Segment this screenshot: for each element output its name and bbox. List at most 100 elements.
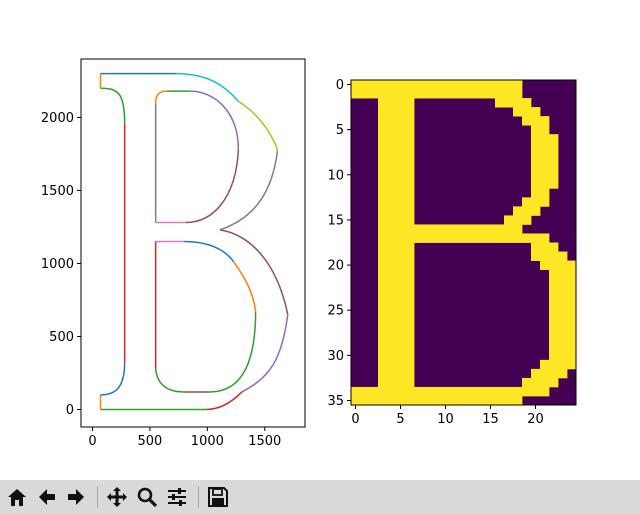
heatmap-cell — [378, 350, 388, 361]
heatmap-cell — [432, 395, 442, 406]
heatmap-cell — [450, 89, 460, 99]
heatmap-cell — [405, 143, 415, 153]
heatmap-cell — [405, 188, 415, 198]
heatmap-cell — [405, 89, 415, 99]
heatmap-cell — [432, 80, 442, 90]
heatmap-cell — [387, 161, 397, 171]
heatmap-cell — [531, 116, 541, 126]
heatmap-cell — [504, 215, 514, 225]
home-button[interactable] — [4, 483, 30, 511]
heatmap-cell — [540, 170, 550, 180]
back-button[interactable] — [34, 483, 60, 511]
heatmap-cell — [513, 206, 523, 216]
heatmap-cell — [378, 143, 388, 153]
heatmap-cell — [387, 188, 397, 198]
heatmap-cell — [450, 224, 460, 234]
heatmap-cell — [351, 80, 361, 90]
heatmap-cell — [486, 395, 496, 406]
heatmap-cell — [567, 278, 577, 289]
heatmap-cell — [378, 395, 388, 406]
heatmap-cell — [513, 386, 523, 397]
heatmap-cell — [423, 89, 433, 99]
heatmap-cell — [387, 350, 397, 361]
heatmap-cell — [414, 89, 424, 99]
heatmap-cell — [567, 287, 577, 298]
heatmap-cell — [522, 377, 532, 388]
heatmap-cell — [441, 224, 451, 234]
heatmap-cell — [396, 143, 406, 153]
heatmap-cell — [378, 80, 388, 90]
heatmap-cell — [540, 188, 550, 198]
heatmap-cell — [360, 386, 370, 397]
y-tick-label: 10 — [327, 168, 344, 183]
heatmap-cell — [405, 170, 415, 180]
forward-button[interactable] — [63, 483, 89, 511]
heatmap-cell — [459, 395, 469, 406]
heatmap-cell — [387, 332, 397, 343]
heatmap-cell — [396, 377, 406, 388]
heatmap-cell — [504, 98, 514, 108]
heatmap-cell — [477, 233, 487, 243]
heatmap-cell — [495, 80, 505, 90]
heatmap-cell — [450, 233, 460, 243]
heatmap-cell — [387, 242, 397, 252]
heatmap-cell — [360, 89, 370, 99]
heatmap-cell — [396, 188, 406, 198]
configure-subplots-button[interactable] — [164, 483, 190, 511]
heatmap-cell — [360, 80, 370, 90]
heatmap-cell — [405, 395, 415, 406]
heatmap-cell — [387, 98, 397, 108]
pan-button[interactable] — [104, 483, 130, 511]
heatmap-cell — [531, 161, 541, 171]
zoom-button[interactable] — [134, 483, 160, 511]
y-tick-label: 2000 — [41, 111, 74, 126]
heatmap-cell — [540, 197, 550, 207]
heatmap-cell — [396, 89, 406, 99]
heatmap-cell — [396, 269, 406, 280]
heatmap-cell — [540, 359, 550, 370]
heatmap-cell — [441, 395, 451, 406]
heatmap-cell — [414, 395, 424, 406]
heatmap-cell — [477, 386, 487, 397]
heatmap-cell — [405, 80, 415, 90]
heatmap-cell — [558, 296, 568, 307]
heatmap-cell — [405, 269, 415, 280]
magnifier-icon — [137, 487, 158, 508]
heatmap-cell — [396, 305, 406, 316]
heatmap-cell — [405, 368, 415, 379]
x-tick-label: 20 — [527, 412, 544, 427]
heatmap-cell — [540, 368, 550, 379]
x-tick-label: 5 — [396, 412, 404, 427]
heatmap-cell — [396, 179, 406, 189]
heatmap-cell — [396, 287, 406, 298]
heatmap-cell — [477, 89, 487, 99]
save-button[interactable] — [205, 483, 231, 511]
heatmap-cell — [549, 368, 559, 379]
heatmap-cell — [378, 251, 388, 261]
heatmap-cell — [549, 242, 559, 252]
heatmap-cell — [396, 386, 406, 397]
heatmap-cell — [531, 251, 541, 261]
heatmap-cell — [405, 350, 415, 361]
heatmap-cell — [387, 377, 397, 388]
heatmap-cell — [459, 224, 469, 234]
heatmap-cell — [558, 332, 568, 343]
heatmap-cell — [378, 287, 388, 298]
heatmap-cell — [405, 251, 415, 261]
y-tick-label: 5 — [336, 123, 344, 138]
x-tick-label: 0 — [88, 434, 96, 449]
heatmap-cell — [522, 107, 532, 117]
heatmap-cell — [378, 359, 388, 370]
heatmap-cell — [540, 116, 550, 126]
heatmap-cell — [387, 125, 397, 135]
heatmap-cell — [549, 152, 559, 162]
heatmap-cell — [531, 368, 541, 379]
heatmap-cell — [378, 170, 388, 180]
heatmap-cell — [396, 341, 406, 352]
figure-canvas: 0 500 1000 1500 0 500 1000 1500 2000 0 5 10 15 20 0 5 1… — [41, 58, 577, 449]
heatmap-cell — [468, 224, 478, 234]
heatmap-cell — [396, 161, 406, 171]
heatmap-cell — [396, 359, 406, 370]
heatmap-cell — [522, 215, 532, 225]
heatmap-cell — [495, 224, 505, 234]
